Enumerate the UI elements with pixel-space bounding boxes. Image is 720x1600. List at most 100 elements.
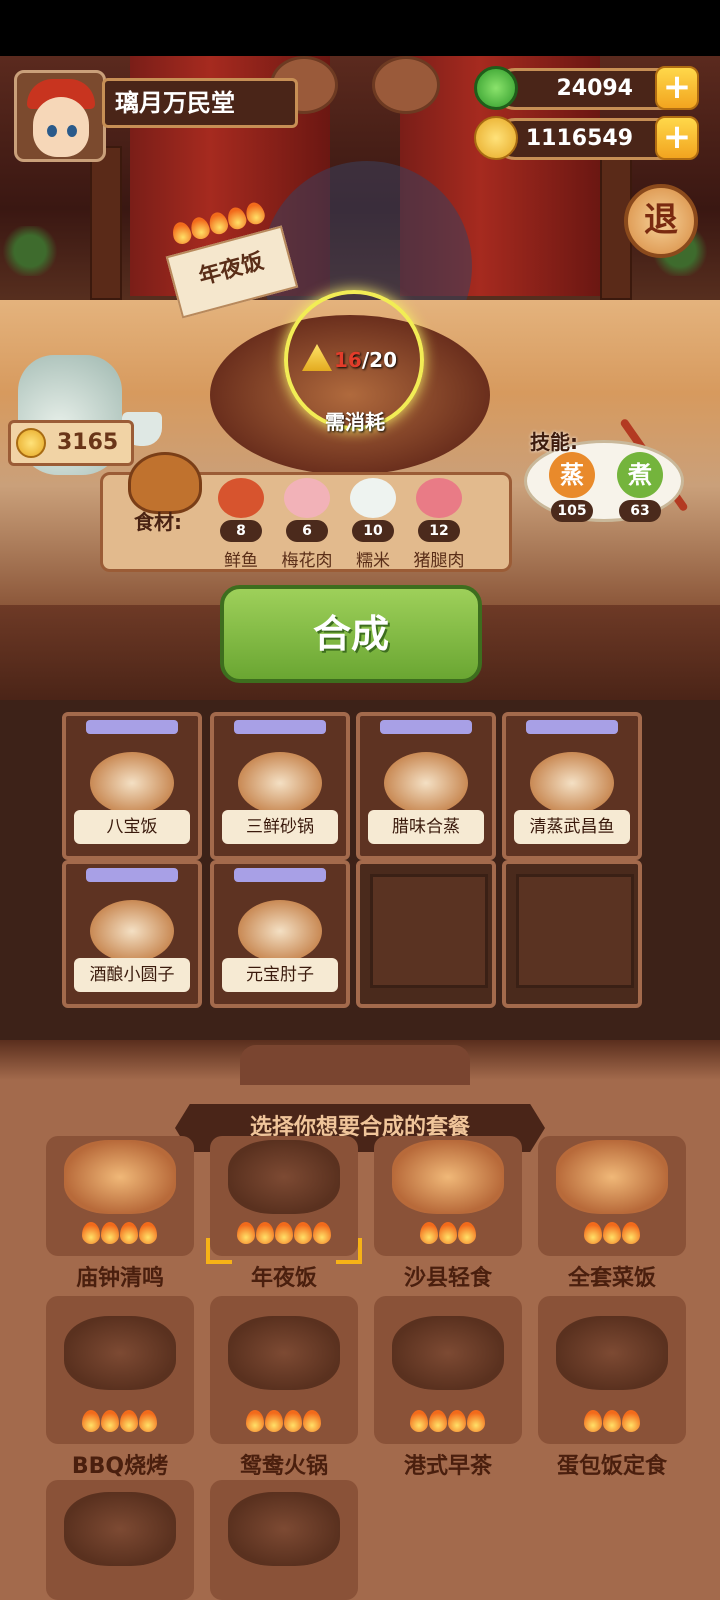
dish-slot[interactable]: 八宝饭 [62,712,202,860]
dish-name: 清蒸武昌鱼 [514,810,630,844]
selection-corner [206,1238,232,1264]
flame-icon [303,1410,321,1432]
current-set-name: 年夜饭 [196,248,267,291]
set-name: 全套菜饭 [567,1266,656,1291]
set-option[interactable]: 全套菜饭 [538,1136,686,1292]
set-card [210,1296,358,1444]
dish-slot[interactable]: 三鲜砂锅 [210,712,350,860]
set-image [392,1140,504,1214]
flame-icon [274,1222,293,1244]
flame-icon [467,1410,485,1432]
ingredient-item[interactable]: 6 梅花肉 [276,478,338,571]
set-name: 庙钟清鸣 [75,1266,164,1291]
ingredient-item[interactable]: 10 糯米 [342,478,404,571]
flame-icon [246,1410,264,1432]
add-gold-button[interactable]: + [655,116,699,160]
dish-name: 三鲜砂锅 [222,810,338,844]
dish-image [384,752,468,814]
flame-icon [419,1222,438,1244]
set-name: 沙县轻食 [403,1266,492,1291]
dish-tag [234,720,326,734]
skill-value: 105 [551,500,593,522]
dish-image [90,900,174,962]
set-image [556,1140,668,1214]
set-name: 鸳鸯火锅 [239,1454,328,1479]
set-option[interactable]: 年夜饭 [206,1136,362,1292]
ingredients-label: 食材: [134,510,182,534]
dish-image [530,752,614,814]
skill-badge: 蒸 [549,452,595,498]
flame-icon [284,1410,302,1432]
ingredient-icon [218,478,264,518]
lantern [372,56,440,114]
skill-value: 63 [619,500,661,522]
requirement-label: 需消耗 [325,410,385,434]
dish-tag [234,868,326,882]
set-option[interactable]: 沙县轻食 [374,1136,522,1292]
dish-name: 元宝肘子 [222,958,338,992]
flame-icon [293,1222,312,1244]
flame-icon [82,1410,100,1432]
dish-name: 酒酿小圆子 [74,958,190,992]
skill-item[interactable]: 蒸 105 [546,452,598,522]
dish-tag [380,720,472,734]
set-flames [538,1410,686,1436]
flame-icon [583,1410,602,1432]
ingredient-icon [416,478,462,518]
flame-icon [438,1222,457,1244]
flame-icon [225,205,249,232]
flame-icon [265,1410,283,1432]
flame-icon [457,1222,476,1244]
add-jade-button[interactable]: + [655,66,699,110]
flame-icon [602,1410,621,1432]
flame-icon [583,1222,602,1244]
clay-pot-icon [128,452,202,514]
ingredient-item[interactable]: 8 鲜鱼 [210,478,272,571]
flame-icon [602,1222,621,1244]
skill-item[interactable]: 煮 63 [614,452,666,522]
set-flames [374,1410,522,1436]
flame-icon [101,1222,119,1244]
empty-dish-slot [502,860,642,1008]
skill-badge: 煮 [617,452,663,498]
requirement-count: 16/20 [334,348,397,372]
set-option[interactable]: 庙钟清鸣 [46,1136,194,1292]
dish-tag [86,868,178,882]
flame-icon [120,1410,138,1432]
set-option[interactable]: 港式早茶 [374,1296,522,1480]
dish-slot[interactable]: 清蒸武昌鱼 [502,712,642,860]
set-image [64,1140,176,1214]
ingredient-item[interactable]: 12 猪腿肉 [408,478,470,571]
set-option[interactable]: BBQ烧烤 [46,1296,194,1480]
set-image [392,1316,504,1390]
set-card-partial[interactable] [46,1480,194,1600]
dish-tag [526,720,618,734]
dish-name: 腊味合蒸 [368,810,484,844]
set-name: BBQ烧烤 [71,1454,169,1479]
dish-slot[interactable]: 元宝肘子 [210,860,350,1008]
player-avatar[interactable] [14,70,106,162]
dish-slot[interactable]: 酒酿小圆子 [62,860,202,1008]
set-image [556,1316,668,1390]
synthesize-button[interactable]: 合成 [220,585,482,683]
flame-icon [429,1410,447,1432]
set-card [374,1296,522,1444]
set-image [228,1316,340,1390]
set-flames [374,1222,522,1248]
set-image [64,1316,176,1390]
pillar-left [90,146,122,300]
ingredient-count: 6 [286,520,328,542]
set-option[interactable]: 蛋包饭定食 [538,1296,686,1480]
set-name: 年夜饭 [250,1266,317,1291]
ingredient-name: 鲜鱼 [224,551,258,571]
flame-icon [120,1222,138,1244]
set-card-partial[interactable] [210,1480,358,1600]
set-option[interactable]: 鸳鸯火锅 [210,1296,358,1480]
dish-slot[interactable]: 腊味合蒸 [356,712,496,860]
set-card [206,1136,362,1264]
flame-icon [448,1410,466,1432]
dish-tag [86,720,178,734]
exit-button[interactable]: 退 [624,184,698,258]
set-flames [538,1222,686,1248]
empty-dish-slot [356,860,496,1008]
